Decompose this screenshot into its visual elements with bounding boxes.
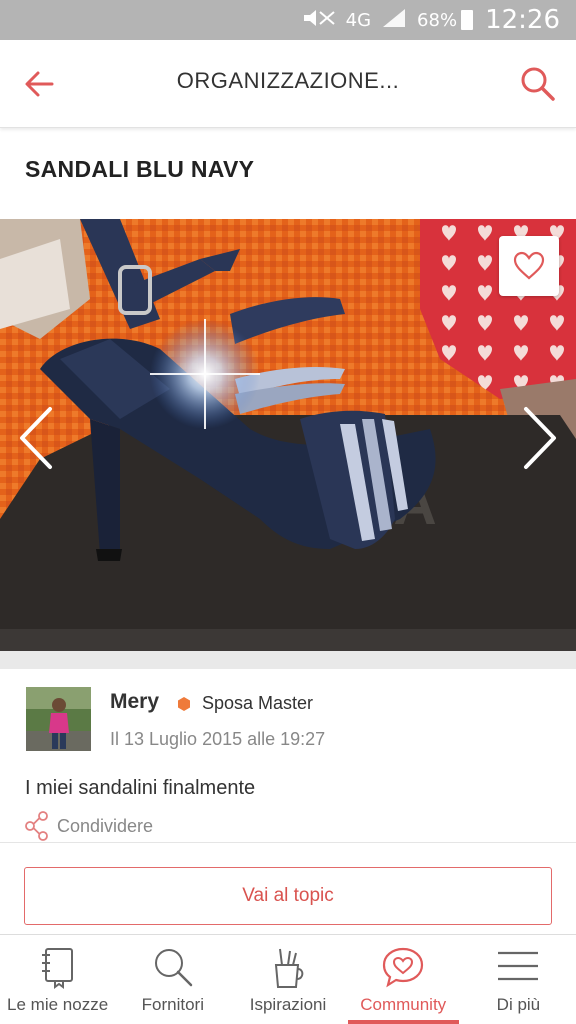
- signal-icon: [381, 7, 407, 34]
- nav-item-my-wedding[interactable]: Le mie nozze: [0, 935, 115, 1024]
- author-rank: Sposa Master: [202, 693, 314, 713]
- chevron-left-icon[interactable]: [14, 405, 58, 471]
- rank-badge-icon: [177, 696, 191, 711]
- nav-label: Fornitori: [141, 995, 204, 1014]
- heart-icon: [513, 251, 545, 280]
- network-label: 4G: [345, 9, 372, 31]
- clock: 12:26: [485, 5, 560, 35]
- avatar[interactable]: [26, 687, 91, 751]
- nav-label: Community: [360, 995, 447, 1014]
- share-icon: [25, 811, 48, 841]
- menu-icon: [498, 951, 539, 981]
- go-to-topic-button[interactable]: Vai al topic: [24, 867, 552, 925]
- section-divider: [0, 651, 576, 669]
- nav-item-community[interactable]: Community: [346, 935, 461, 1024]
- share-label: Condividere: [57, 815, 154, 836]
- nav-item-inspirations[interactable]: Ispirazioni: [230, 935, 345, 1024]
- nav-label: Di più: [496, 995, 541, 1014]
- notebook-icon: [41, 948, 73, 989]
- mute-icon: [302, 7, 336, 34]
- bottom-nav: Le mie nozze Fornitori Ispirazioni Commu…: [0, 934, 576, 1024]
- chevron-right-icon[interactable]: [518, 405, 562, 471]
- share-button[interactable]: Condividere: [25, 811, 153, 841]
- battery-icon: [461, 10, 474, 30]
- post-title: SANDALI BLU NAVY: [25, 156, 255, 182]
- nav-item-more[interactable]: Di più: [461, 935, 576, 1024]
- status-bar: 4G 68% 12:26: [0, 0, 576, 40]
- battery-label: 68%: [417, 9, 458, 31]
- search-icon[interactable]: [518, 64, 558, 104]
- author-name[interactable]: Mery: [110, 690, 159, 714]
- nav-label: Le mie nozze: [7, 995, 109, 1014]
- app-bar: ORGANIZZAZIONE...: [0, 40, 576, 128]
- post-date: Il 13 Luglio 2015 alle 19:27: [110, 729, 326, 749]
- back-arrow-icon[interactable]: [20, 64, 60, 104]
- page-title: ORGANIZZAZIONE...: [176, 68, 400, 93]
- divider: [0, 842, 576, 843]
- pencil-cup-icon: [274, 948, 304, 988]
- favorite-button[interactable]: [499, 236, 559, 296]
- heart-chat-icon: [383, 947, 424, 988]
- nav-label: Ispirazioni: [249, 995, 327, 1014]
- nav-item-vendors[interactable]: Fornitori: [115, 935, 230, 1024]
- active-tab-indicator: [347, 1020, 459, 1024]
- post-body: I miei sandalini finalmente: [25, 777, 256, 799]
- search-icon: [154, 949, 193, 987]
- post-photo[interactable]: ELLA: [0, 219, 576, 651]
